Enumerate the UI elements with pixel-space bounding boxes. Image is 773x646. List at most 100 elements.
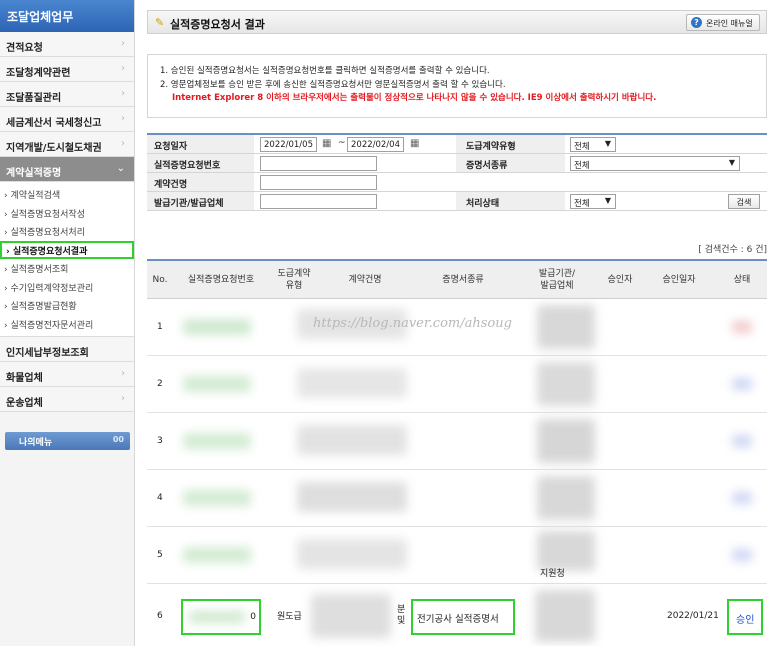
status-select[interactable]: 전체 ▼ bbox=[570, 194, 616, 209]
chevron-down-icon: ▼ bbox=[728, 158, 735, 167]
calendar-icon[interactable]: ▦ bbox=[410, 138, 419, 149]
sidebar-item-label: 인지세납부정보조회 bbox=[6, 348, 89, 359]
redacted-request-number bbox=[183, 319, 251, 335]
issuer-text-fragment: 지원청 bbox=[540, 568, 565, 579]
submenu-item[interactable]: › 실적증명전자문서관리 bbox=[0, 315, 134, 334]
column-header: 실적증명요청번호 bbox=[187, 275, 255, 285]
redacted-issuer bbox=[535, 590, 595, 642]
submenu-item[interactable]: › 계약실적검색 bbox=[0, 185, 134, 204]
page-title: 실적증명요청서 결과 bbox=[170, 18, 265, 31]
sidebar-item-bonds[interactable]: 지역개발/도시철도채권 › bbox=[0, 132, 134, 157]
submenu-item-label: 실적증명요청서처리 bbox=[10, 228, 85, 238]
notice-line-1: 1. 승인된 실적증명요청서는 실적증명요청번호를 클릭하면 실적증명서를 출력… bbox=[160, 66, 490, 76]
status-cell[interactable]: 승인 bbox=[727, 599, 763, 635]
row-number: 2 bbox=[157, 379, 163, 389]
sidebar-item-tax-invoice[interactable]: 세금계산서 국세청신고 › bbox=[0, 107, 134, 132]
row-number: 3 bbox=[157, 436, 163, 446]
table-row[interactable]: 5 지원청 bbox=[147, 527, 767, 584]
table-row[interactable]: 4 bbox=[147, 470, 767, 527]
row-number: 4 bbox=[157, 493, 163, 503]
contract-type-select[interactable]: 전체 ▼ bbox=[570, 137, 616, 152]
redacted-issuer bbox=[537, 362, 595, 406]
request-number-link[interactable]: 0 bbox=[181, 599, 261, 635]
redacted-contract-name bbox=[297, 425, 407, 455]
column-header: 상태 bbox=[733, 275, 751, 285]
redacted-request-number bbox=[183, 547, 251, 563]
contract-name-input[interactable] bbox=[260, 175, 377, 190]
request-number-label: 실적증명요청번호 bbox=[147, 154, 254, 172]
submenu-item[interactable]: › 실적증명서조회 bbox=[0, 259, 134, 278]
submenu-item-label: 실적증명발급현황 bbox=[10, 302, 77, 312]
sidebar-item-label: 세금계산서 국세청신고 bbox=[6, 118, 102, 129]
request-number-input[interactable] bbox=[260, 156, 377, 171]
sidebar-item-quality[interactable]: 조달품질관리 › bbox=[0, 82, 134, 107]
submenu-item[interactable]: › 실적증명요청서작성 bbox=[0, 204, 134, 223]
certificate-type-select[interactable]: 전체 ▼ bbox=[570, 156, 740, 171]
status-label: 처리상태 bbox=[456, 192, 565, 210]
notice-line-2: 2. 영문업체정보를 승인 받은 후에 송신한 실적증명요청서만 영문실적증명서… bbox=[160, 79, 506, 90]
redacted-contract-name bbox=[297, 368, 407, 398]
redacted-request-number bbox=[183, 490, 251, 506]
my-menu-expand-icon: 00 bbox=[112, 435, 124, 444]
request-number-tail: 0 bbox=[250, 612, 256, 622]
search-row: 발급기관/발급업체 처리상태 전체 ▼ 검색 bbox=[147, 192, 767, 211]
table-row[interactable]: 3 bbox=[147, 413, 767, 470]
row-number: 1 bbox=[157, 322, 163, 332]
sidebar-item-procurement-contract[interactable]: 조달청계약관련 › bbox=[0, 57, 134, 82]
sidebar-item-label: 견적요청 bbox=[6, 43, 43, 54]
sidebar: 조달업체업무 견적요청 › 조달청계약관련 › 조달품질관리 › 세금계산서 국세청신… bbox=[0, 0, 135, 646]
submenu-item-label: 실적증명요청서결과 bbox=[12, 246, 88, 257]
table-header: No. 실적증명요청번호 도급계약 유형 계약건명 증명서종류 발급기관/ 발급… bbox=[147, 261, 767, 299]
submenu-item-label: 실적증명전자문서관리 bbox=[10, 320, 94, 331]
date-range-separator: ~ bbox=[338, 138, 346, 148]
search-button[interactable]: 검색 bbox=[728, 194, 760, 209]
chevron-right-icon: › bbox=[121, 138, 125, 149]
my-menu-button[interactable]: 나의메뉴 00 bbox=[5, 432, 130, 450]
redacted-issuer bbox=[537, 419, 595, 463]
column-header: 계약건명 bbox=[348, 275, 382, 285]
online-manual-button[interactable]: ? 온라인 매뉴얼 bbox=[686, 14, 760, 31]
redacted-issuer bbox=[537, 476, 595, 520]
chevron-right-icon: › bbox=[121, 38, 125, 49]
search-row: 계약건명 bbox=[147, 173, 767, 192]
chevron-right-icon: › bbox=[121, 88, 125, 99]
column-header: No. bbox=[152, 275, 168, 285]
table-row[interactable]: 2 bbox=[147, 356, 767, 413]
status-approved-link[interactable]: 승인 bbox=[736, 611, 754, 626]
redacted-request-number bbox=[183, 433, 251, 449]
redacted-status bbox=[732, 321, 752, 333]
submenu-item-label: 실적증명서조회 bbox=[10, 265, 69, 275]
column-header: 승인일자 bbox=[662, 275, 696, 285]
submenu-item[interactable]: › 실적증명요청서처리 bbox=[0, 222, 134, 241]
submenu-item-label: 수기입력계약정보관리 bbox=[10, 283, 94, 294]
date-to-input[interactable]: 2022/02/04 bbox=[347, 137, 404, 152]
redacted-status bbox=[732, 549, 752, 561]
chevron-right-icon: › bbox=[121, 113, 125, 124]
sidebar-item-quote-request[interactable]: 견적요청 › bbox=[0, 32, 134, 57]
row-number: 5 bbox=[157, 550, 163, 560]
request-date-label: 요청일자 bbox=[147, 135, 254, 153]
redacted-status bbox=[732, 378, 752, 390]
approval-date-cell: 2022/01/21 bbox=[667, 610, 719, 621]
sidebar-item-contract-performance[interactable]: 계약실적증명 ⌄ bbox=[0, 157, 134, 182]
sidebar-item-stamp-tax[interactable]: 인지세납부정보조회 bbox=[0, 337, 134, 362]
sidebar-submenu: › 계약실적검색 › 실적증명요청서작성 › 실적증명요청서처리 › 실적증명요… bbox=[0, 182, 134, 337]
submenu-item[interactable]: › 실적증명발급현황 bbox=[0, 296, 134, 315]
sidebar-item-freight[interactable]: 화물업체 › bbox=[0, 362, 134, 387]
page-title-bar: ✎ 실적증명요청서 결과 ? 온라인 매뉴얼 bbox=[147, 10, 767, 34]
main-content: ✎ 실적증명요청서 결과 ? 온라인 매뉴얼 1. 승인된 실적증명요청서는 실… bbox=[145, 0, 773, 646]
issuer-label: 발급기관/발급업체 bbox=[147, 192, 254, 210]
sidebar-item-transport[interactable]: 운송업체 › bbox=[0, 387, 134, 412]
submenu-item-selected[interactable]: › 실적증명요청서결과 bbox=[0, 240, 134, 259]
redacted-status bbox=[732, 492, 752, 504]
date-from-input[interactable]: 2022/01/05 bbox=[260, 137, 317, 152]
contract-type-cell: 원도급 bbox=[277, 612, 302, 622]
issuer-input[interactable] bbox=[260, 194, 377, 209]
table-row[interactable]: 6 0 원도급 분 및 전기공사 실적증명서 2022/01/21 승인 bbox=[147, 584, 767, 646]
calendar-icon[interactable]: ▦ bbox=[322, 138, 331, 149]
chevron-down-icon: ▼ bbox=[604, 139, 611, 148]
pencil-icon: ✎ bbox=[155, 16, 165, 29]
redacted-request-number bbox=[189, 611, 245, 623]
submenu-item[interactable]: › 수기입력계약정보관리 bbox=[0, 278, 134, 297]
redacted-issuer bbox=[537, 305, 595, 349]
